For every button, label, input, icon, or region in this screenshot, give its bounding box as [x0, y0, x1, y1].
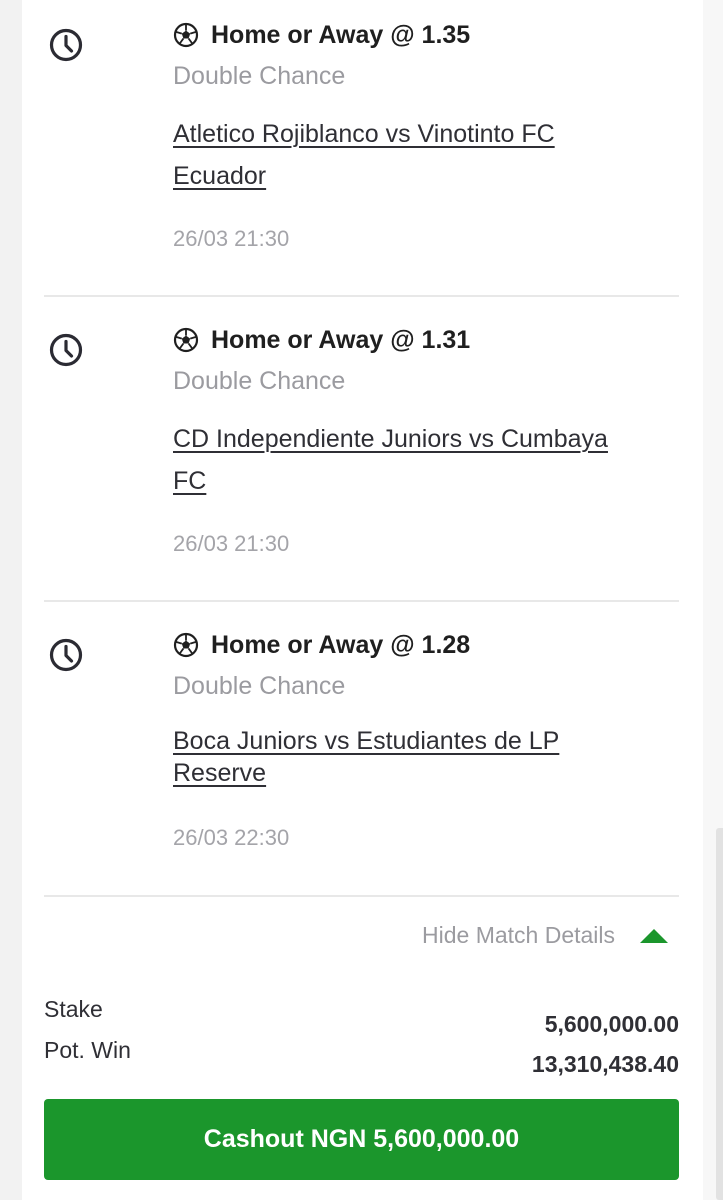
kickoff-time: 26/03 22:30	[173, 825, 290, 850]
divider	[44, 295, 679, 297]
pick-label: Home or Away @ 1.31	[211, 325, 471, 354]
match-link[interactable]: Atletico Rojiblanco vs Vinotinto FC Ecua…	[173, 113, 673, 197]
soccer-ball-icon	[173, 327, 199, 353]
soccer-ball-icon	[173, 22, 199, 48]
triangle-up-icon	[640, 928, 669, 943]
market-name: Double Chance	[173, 367, 346, 395]
kickoff-time: 26/03 21:30	[173, 531, 290, 556]
clock-icon	[49, 28, 83, 62]
pick-line: Home or Away @ 1.31	[173, 323, 470, 357]
divider	[44, 895, 679, 897]
match-name-line-2: FC	[173, 467, 207, 495]
pick-label: Home or Away @ 1.28	[211, 630, 471, 659]
scrollbar-thumb[interactable]	[716, 828, 723, 1200]
match-name-line-1: Atletico Rojiblanco vs Vinotinto FC	[173, 120, 555, 148]
toggle-label: Hide Match Details	[422, 922, 616, 948]
cashout-button[interactable]: Cashout NGN 5,600,000.00	[44, 1099, 679, 1180]
stake-label: Stake	[44, 996, 103, 1022]
clock-icon	[49, 333, 83, 367]
pot-win-label: Pot. Win	[44, 1037, 131, 1063]
clock-icon	[49, 638, 83, 672]
match-link[interactable]: Boca Juniors vs Estudiantes de LP Reserv…	[173, 725, 673, 789]
match-name-line-2: Ecuador	[173, 162, 267, 190]
hide-match-details-toggle[interactable]: Hide Match Details	[422, 922, 669, 949]
soccer-ball-icon	[173, 632, 199, 658]
match-name-line-1: Boca Juniors vs Estudiantes de LP	[173, 727, 560, 755]
pot-win-value: 13,310,438.40	[531, 1051, 679, 1077]
market-name: Double Chance	[173, 672, 346, 700]
match-link[interactable]: CD Independiente Juniors vs Cumbaya FC	[173, 418, 673, 502]
pick-label: Home or Away @ 1.35	[211, 20, 471, 49]
divider	[44, 600, 679, 602]
stake-value: 5,600,000.00	[544, 1011, 679, 1037]
match-name-line-2: Reserve	[173, 759, 267, 787]
match-name-line-1: CD Independiente Juniors vs Cumbaya	[173, 425, 608, 453]
kickoff-time: 26/03 21:30	[173, 226, 290, 251]
pick-line: Home or Away @ 1.28	[173, 628, 470, 662]
market-name: Double Chance	[173, 62, 346, 90]
left-gutter	[0, 0, 22, 1200]
pick-line: Home or Away @ 1.35	[173, 18, 470, 52]
